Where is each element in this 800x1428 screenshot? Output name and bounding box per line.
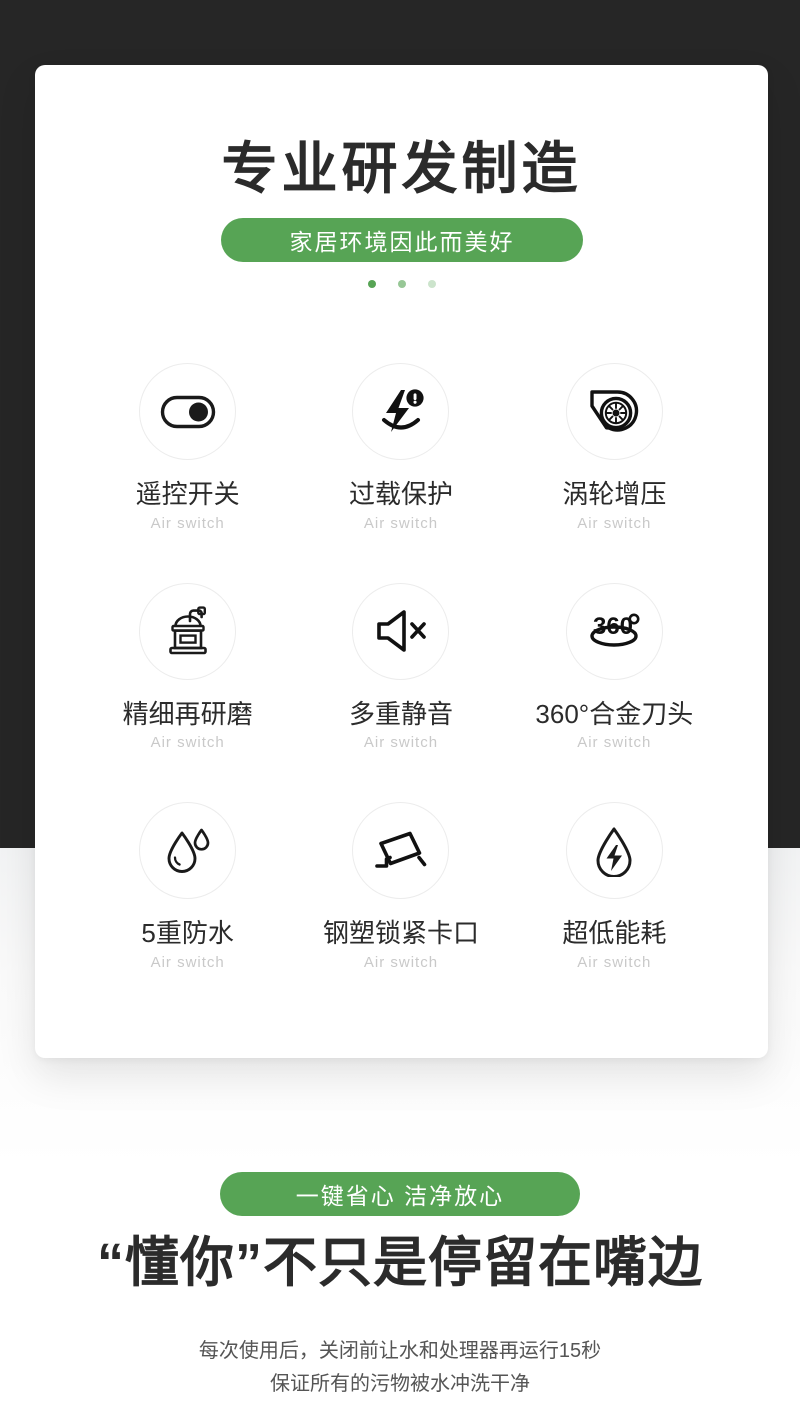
feature-subtitle: Air switch <box>363 734 439 752</box>
feature-grid: 遥控开关 Air switch 过载保护 Air switch 涡轮增压 Air… <box>81 363 721 970</box>
feature-subtitle: Air switch <box>363 953 439 971</box>
feature-icon-circle <box>352 582 450 680</box>
feature-title: 涡轮增压 <box>562 479 667 509</box>
feature-icon-circle <box>139 363 237 460</box>
feature-title: 360°合金刀头 <box>535 698 694 729</box>
carousel-dots[interactable] <box>35 280 768 288</box>
feature-item-fine-grinding[interactable]: 精细再研磨 Air switch <box>81 582 294 752</box>
security-camera-icon <box>374 829 428 873</box>
feature-title: 遥控开关 <box>135 479 240 509</box>
feature-icon-circle <box>352 802 450 900</box>
page-title: 专业研发制造 <box>221 137 582 200</box>
speaker-mute-icon <box>374 609 428 653</box>
feature-item-multi-silent[interactable]: 多重静音 Air switch <box>294 582 507 752</box>
feature-item-turbo[interactable]: 涡轮增压 Air switch <box>508 363 721 531</box>
feature-item-overload-protection[interactable]: 过载保护 Air switch <box>294 363 507 531</box>
footer-note: 每次使用后，关闭前让水和处理器再运行15秒 保证所有的污物被水冲洗干净 <box>0 1335 800 1401</box>
feature-subtitle: Air switch <box>150 953 225 971</box>
feature-subtitle: Air switch <box>577 953 652 971</box>
feature-item-360-blade[interactable]: 360 360°合金刀头 Air switch <box>508 582 721 752</box>
feature-subtitle: Air switch <box>150 514 225 532</box>
feature-icon-circle <box>139 802 237 900</box>
feature-title: 5重防水 <box>141 918 234 949</box>
drop-energy-icon <box>591 825 637 877</box>
feature-item-steel-lock[interactable]: 钢塑锁紧卡口 Air switch <box>294 802 507 970</box>
water-drops-icon <box>163 826 213 876</box>
overload-bolt-icon <box>375 387 427 437</box>
feature-title: 超低能耗 <box>562 918 667 949</box>
grinder-icon <box>163 605 213 657</box>
feature-item-remote-switch[interactable]: 遥控开关 Air switch <box>81 363 294 531</box>
carousel-dot-3[interactable] <box>427 280 436 288</box>
feature-subtitle: Air switch <box>577 514 652 532</box>
feature-item-low-energy[interactable]: 超低能耗 Air switch <box>508 802 721 970</box>
three-sixty-icon: 360 <box>583 610 645 652</box>
header-badge: 家居环境因此而美好 <box>221 218 583 262</box>
turbocharger-icon <box>587 388 641 436</box>
feature-icon-circle <box>565 363 663 460</box>
feature-subtitle: Air switch <box>150 734 225 752</box>
feature-title: 多重静音 <box>348 698 453 729</box>
feature-title: 过载保护 <box>348 479 453 509</box>
feature-icon-circle <box>565 802 663 900</box>
feature-icon-circle <box>139 582 237 680</box>
carousel-dot-2[interactable] <box>397 280 406 288</box>
feature-subtitle: Air switch <box>363 514 439 532</box>
footer-badge: 一键省心 洁净放心 <box>220 1172 580 1216</box>
carousel-dot-1[interactable] <box>367 280 376 288</box>
footer-note-line-2: 保证所有的污物被水冲洗干净 <box>270 1373 530 1395</box>
footer-headline: “懂你”不只是停留在嘴边 <box>97 1233 703 1293</box>
feature-card: 专业研发制造 家居环境因此而美好 遥控开关 Air switch 过载保护 Ai… <box>35 65 768 1058</box>
feature-icon-circle <box>352 363 450 460</box>
feature-title: 精细再研磨 <box>122 698 253 729</box>
product-feature-page: 专业研发制造 家居环境因此而美好 遥控开关 Air switch 过载保护 Ai… <box>0 0 800 1428</box>
feature-title: 钢塑锁紧卡口 <box>322 918 479 949</box>
feature-item-waterproof[interactable]: 5重防水 Air switch <box>81 802 294 970</box>
feature-subtitle: Air switch <box>577 734 652 752</box>
feature-icon-circle: 360 <box>565 582 663 680</box>
footer-note-line-1: 每次使用后，关闭前让水和处理器再运行15秒 <box>198 1340 602 1362</box>
toggle-switch-icon <box>160 395 216 429</box>
